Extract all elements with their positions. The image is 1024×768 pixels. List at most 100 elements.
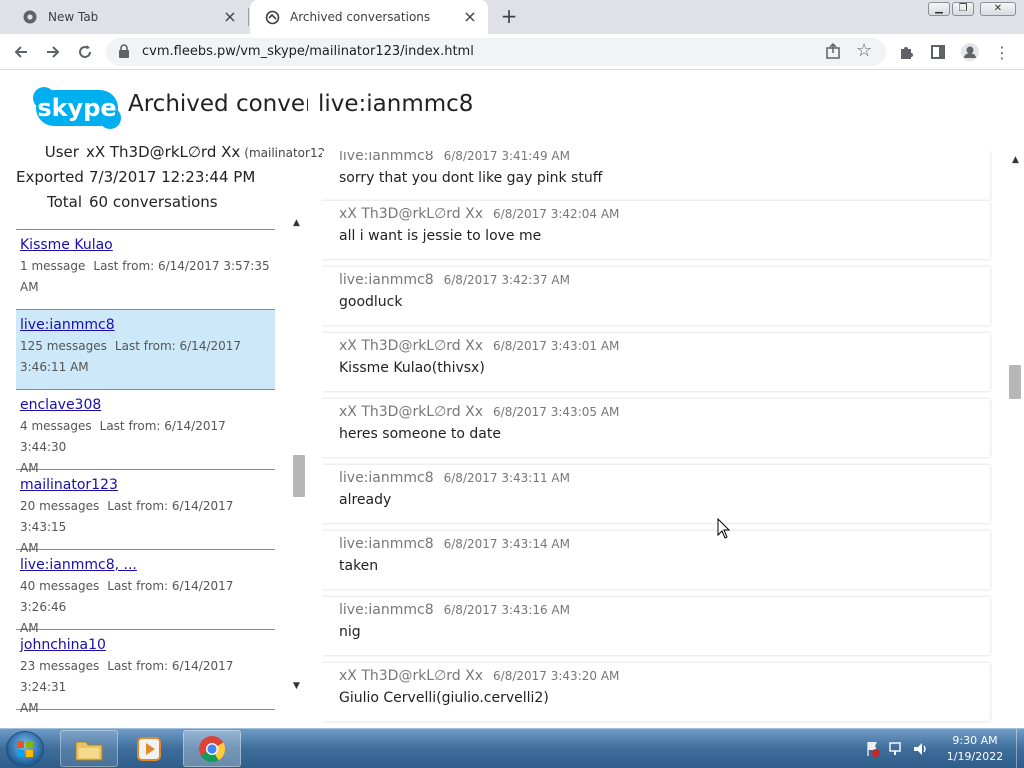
- message-text: taken: [339, 558, 379, 574]
- media-player-taskbar-icon[interactable]: [121, 730, 177, 767]
- conversation-item[interactable]: enclave308 4 messages Last from: 6/14/201…: [16, 390, 275, 475]
- show-desktop-button[interactable]: [1016, 729, 1024, 768]
- conversation-info: 20 messages Last from: 6/14/2017 3:43:15: [20, 499, 234, 534]
- close-tab-icon[interactable]: ×: [222, 9, 238, 25]
- page-scrollbar-thumb[interactable]: [1009, 365, 1021, 399]
- conversation-info: 125 messages Last from: 6/14/2017: [20, 339, 242, 353]
- url-text[interactable]: cvm.fleebs.pw/vm_skype/mailinator123/ind…: [142, 44, 474, 59]
- side-panel-icon[interactable]: [926, 40, 950, 64]
- message-text: heres someone to date: [339, 426, 501, 442]
- kebab-menu-icon[interactable]: ⋮: [990, 40, 1014, 64]
- message-card: live:ianmmc8 6/8/2017 3:41:49 AM sorry th…: [322, 151, 990, 201]
- message-author: live:ianmmc8: [339, 536, 434, 552]
- clock-time: 9:30 AM: [952, 734, 998, 747]
- svg-text:skype: skype: [37, 94, 116, 122]
- message-card: xX Th3D@rkL∅rd Xx 6/8/2017 3:43:05 AM her…: [322, 399, 990, 457]
- message-author: live:ianmmc8: [339, 470, 434, 486]
- message-card: xX Th3D@rkL∅rd Xx 6/8/2017 3:43:01 AM Kis…: [322, 333, 990, 391]
- conversation-link[interactable]: enclave308: [20, 394, 271, 416]
- tab-title: Archived conversations: [290, 10, 431, 24]
- page-title-contact: live:ianmmc8: [318, 91, 474, 117]
- conversation-item-selected[interactable]: live:ianmmc8 125 messages Last from: 6/14…: [16, 310, 275, 390]
- restore-window-button[interactable]: ❐: [952, 2, 974, 16]
- scroll-up-arrow-icon[interactable]: ▲: [1012, 155, 1019, 165]
- windows-start-button[interactable]: [6, 731, 44, 767]
- chrome-taskbar-icon[interactable]: [183, 730, 241, 767]
- user-row: User xX Th3D@rkL∅rd Xx(mailinator123): [16, 139, 326, 164]
- message-timestamp: 6/8/2017 3:43:20 AM: [493, 669, 620, 683]
- page-title-prefix: Archived convers: [128, 91, 308, 117]
- share-icon[interactable]: [824, 42, 844, 62]
- user-handle: (mailinator123): [244, 145, 326, 160]
- forward-arrow-icon[interactable]: [41, 40, 65, 64]
- message-timestamp: 6/8/2017 3:43:01 AM: [493, 339, 620, 353]
- conversation-info: 1 message Last from: 6/14/2017 3:57:35: [20, 259, 270, 273]
- message-card: live:ianmmc8 6/8/2017 3:43:11 AM already: [322, 465, 990, 523]
- profile-avatar-icon[interactable]: [958, 40, 982, 64]
- message-author: xX Th3D@rkL∅rd Xx: [339, 404, 484, 420]
- conversation-info: 4 messages Last from: 6/14/2017 3:44:30: [20, 419, 226, 454]
- page-content: skype Archived convers live:ianmmc8 User …: [0, 71, 1024, 728]
- taskbar-clock[interactable]: 9:30 AM 1/19/2022: [940, 733, 1010, 765]
- message-timestamp: 6/8/2017 3:42:04 AM: [493, 207, 620, 221]
- conversation-item[interactable]: johnchina10 23 messages Last from: 6/14/2…: [16, 630, 275, 715]
- bookmark-star-icon[interactable]: ☆: [856, 40, 872, 61]
- message-text: nig: [339, 624, 361, 640]
- conversation-item[interactable]: mailinator123 20 messages Last from: 6/14…: [16, 470, 275, 555]
- volume-icon: [914, 743, 926, 755]
- conversation-link[interactable]: Kissme Kulao: [20, 234, 271, 256]
- skype-logo: skype: [30, 86, 124, 130]
- message-text: already: [339, 492, 392, 508]
- conversation-info-cont: 3:46:11 AM: [20, 360, 89, 374]
- tab-new-tab[interactable]: New Tab ×: [8, 0, 248, 34]
- message-timestamp: 6/8/2017 3:43:11 AM: [443, 471, 570, 485]
- file-explorer-taskbar-icon[interactable]: [60, 730, 118, 767]
- address-bar[interactable]: cvm.fleebs.pw/vm_skype/mailinator123/ind…: [106, 38, 886, 66]
- exported-label: Exported: [16, 167, 84, 186]
- conversation-link[interactable]: live:ianmmc8: [20, 314, 271, 336]
- message-text: Giulio Cervelli(giulio.cervelli2): [339, 690, 549, 706]
- message-author: live:ianmmc8: [339, 602, 434, 618]
- back-arrow-icon[interactable]: [9, 40, 33, 64]
- scroll-down-arrow-icon[interactable]: ▼: [293, 681, 300, 691]
- tab-title: New Tab: [48, 10, 99, 24]
- tab-divider: [248, 8, 249, 26]
- message-timestamp: 6/8/2017 3:43:05 AM: [493, 405, 620, 419]
- close-tab-icon[interactable]: ×: [462, 9, 478, 25]
- conversation-list-scrollbar-thumb[interactable]: [293, 455, 305, 497]
- message-timestamp: 6/8/2017 3:43:14 AM: [443, 537, 570, 551]
- extensions-puzzle-icon[interactable]: [894, 40, 918, 64]
- tab-archived-conversations[interactable]: Archived conversations ×: [250, 0, 488, 34]
- page-title: Archived convers live:ianmmc8: [128, 91, 473, 117]
- message-text: goodluck: [339, 294, 403, 310]
- conversation-info: 40 messages Last from: 6/14/2017 3:26:46: [20, 579, 234, 614]
- scroll-up-arrow-icon[interactable]: ▲: [293, 218, 300, 228]
- conversation-link[interactable]: live:ianmmc8, ...: [20, 554, 271, 576]
- message-card: live:ianmmc8 6/8/2017 3:42:37 AM goodluck: [322, 267, 990, 325]
- message-card: xX Th3D@rkL∅rd Xx 6/8/2017 3:43:20 AM Giu…: [322, 663, 990, 721]
- message-list[interactable]: live:ianmmc8 6/8/2017 3:41:49 AM sorry th…: [322, 151, 992, 728]
- message-author: xX Th3D@rkL∅rd Xx: [339, 338, 484, 354]
- exported-row: Exported 7/3/2017 12:23:44 PM: [16, 164, 326, 189]
- lock-icon[interactable]: [118, 44, 132, 60]
- message-card: live:ianmmc8 6/8/2017 3:43:16 AM nig: [322, 597, 990, 655]
- conversation-item[interactable]: live:ianmmc8, ... 40 messages Last from: …: [16, 550, 275, 635]
- total-value: 60 conversations: [89, 192, 218, 211]
- message-author: live:ianmmc8: [339, 272, 434, 288]
- conversation-list[interactable]: Kissme Kulao 1 message Last from: 6/14/20…: [16, 215, 276, 728]
- conversation-link[interactable]: johnchina10: [20, 634, 271, 656]
- new-tab-button[interactable]: +: [498, 6, 520, 28]
- close-window-button[interactable]: ✕: [980, 2, 1016, 16]
- conversation-item[interactable]: Kissme Kulao 1 message Last from: 6/14/20…: [16, 230, 275, 310]
- conversation-link[interactable]: mailinator123: [20, 474, 271, 496]
- browser-toolbar: cvm.fleebs.pw/vm_skype/mailinator123/ind…: [0, 34, 1024, 70]
- reload-icon[interactable]: [73, 40, 97, 64]
- message-timestamp: 6/8/2017 3:43:16 AM: [443, 603, 570, 617]
- system-tray: [862, 739, 942, 759]
- exported-value: 7/3/2017 12:23:44 PM: [89, 167, 256, 186]
- minimize-window-button[interactable]: ▁: [928, 2, 950, 16]
- conversation-info-cont: AM: [20, 701, 39, 715]
- message-timestamp: 6/8/2017 3:42:37 AM: [443, 273, 570, 287]
- message-author: xX Th3D@rkL∅rd Xx: [339, 206, 484, 222]
- message-author: live:ianmmc8: [339, 151, 434, 164]
